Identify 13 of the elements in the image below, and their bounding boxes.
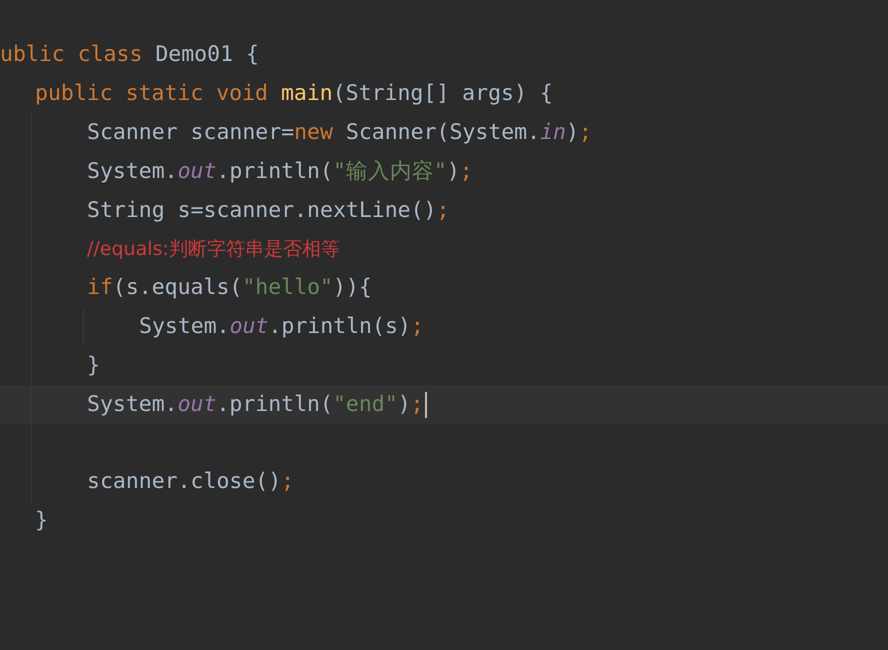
- code-line: String s=scanner.nextLine();: [87, 198, 450, 224]
- code-line: }: [87, 352, 100, 379]
- code-line: System.out.println("输入内容");: [87, 158, 473, 185]
- code-line: }: [35, 508, 48, 534]
- text-cursor: [424, 392, 427, 418]
- code-line: System.out.println(s);: [139, 314, 424, 340]
- code-line: Scanner scanner=new Scanner(System.in);: [87, 120, 592, 146]
- code-line: scanner.close();: [87, 469, 294, 496]
- code-line: ublic class Demo01 {: [0, 42, 259, 68]
- code-line: System.out.println("end");: [87, 392, 424, 418]
- code-line: if(s.equals("hello")){: [87, 275, 372, 302]
- code-line: public static void main(String[] args) {: [35, 81, 553, 108]
- code-line: //equals:判断字符串是否相等: [87, 237, 340, 262]
